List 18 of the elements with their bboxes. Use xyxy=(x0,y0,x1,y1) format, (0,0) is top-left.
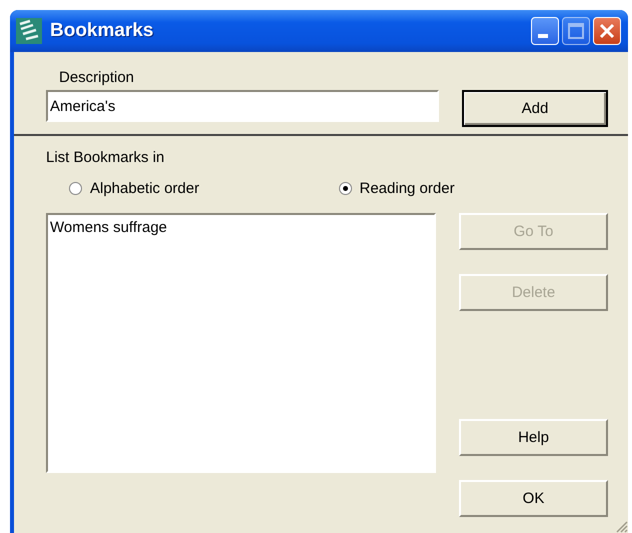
maximize-icon xyxy=(568,23,584,39)
order-radio[interactable]: Alphabetic order xyxy=(69,180,338,197)
resize-grip-icon[interactable] xyxy=(614,519,628,533)
help-button[interactable]: Help xyxy=(459,419,608,456)
close-icon xyxy=(599,23,615,39)
list-order-label: List Bookmarks in xyxy=(46,149,166,166)
minimize-button[interactable] xyxy=(531,17,559,45)
order-radio[interactable]: Reading order xyxy=(338,180,608,197)
add-button[interactable]: Add xyxy=(462,90,608,127)
app-icon xyxy=(16,18,42,44)
close-button[interactable] xyxy=(593,17,621,45)
bookmark-item[interactable]: Womens suffrage xyxy=(50,219,432,236)
ok-button[interactable]: OK xyxy=(459,480,608,517)
description-label: Description xyxy=(59,68,136,88)
maximize-button[interactable] xyxy=(562,17,590,45)
window-title: Bookmarks xyxy=(50,20,154,42)
minimize-icon xyxy=(538,34,548,38)
description-field[interactable]: America's xyxy=(46,90,439,122)
